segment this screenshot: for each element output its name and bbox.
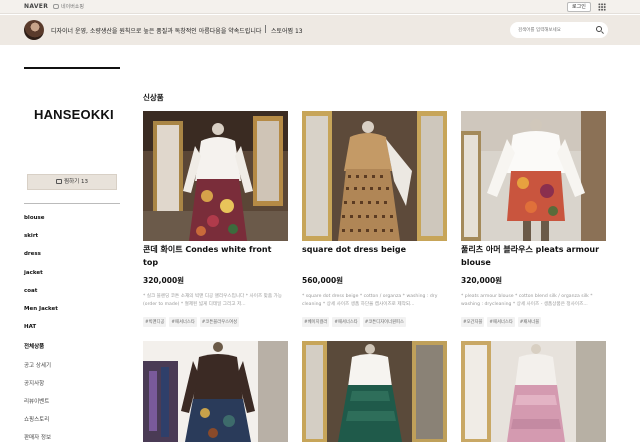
product-image[interactable] xyxy=(461,111,606,241)
tag-list: #빅맨디공 #패셔너스타 #코튼블라우스여성 xyxy=(143,317,288,327)
product-description: * pleats armour blouse * cotton blend si… xyxy=(461,294,593,307)
product-price: 320,000원 xyxy=(461,276,503,285)
product-tag[interactable]: #베이지컬러 xyxy=(302,317,330,327)
sidebar-item-all-products[interactable]: 전체상품 xyxy=(24,342,58,360)
sidebar: HANSEOKKI 찜하기 13 blouse skirt dress jack… xyxy=(24,45,122,442)
sidebar-item-blouse[interactable]: blouse xyxy=(24,215,58,233)
product-tag[interactable]: #코튼블라우스여성 xyxy=(199,317,240,327)
naver-shopping-link[interactable]: 네이버쇼핑 xyxy=(53,3,84,10)
main-content: 신상품 콘데 화이트 Condes white front top 320,00… xyxy=(143,45,613,442)
product-image[interactable] xyxy=(143,111,288,241)
naver-shopping-label: 네이버쇼핑 xyxy=(61,4,85,10)
chat-icon xyxy=(53,4,59,9)
naver-top-bar: NAVER 네이버쇼핑 로그인 xyxy=(0,0,640,14)
product-tag[interactable]: #오간자블 xyxy=(461,317,485,327)
store-brand-name[interactable]: HANSEOKKI xyxy=(34,107,114,122)
sidebar-top-rule xyxy=(24,67,120,69)
favorite-label: 찜하기 13 xyxy=(64,179,88,185)
product-description: * square dot dress beige * cotton / orga… xyxy=(302,294,438,307)
bookmark-add-icon xyxy=(56,179,63,184)
sidebar-item-skirt[interactable]: skirt xyxy=(24,233,58,251)
store-header: 디자이너 운영, 소량생산을 원칙으로 높은 품질과 독창적인 아름다움을 약속… xyxy=(0,15,640,45)
section-title: 신상품 xyxy=(143,93,164,102)
product-title[interactable]: 콘데 화이트 Condes white front top xyxy=(143,244,283,269)
product-tag[interactable]: #패셔너블 xyxy=(517,317,542,327)
product-tag[interactable]: #코튼디자이너원피스 xyxy=(362,317,406,327)
sidebar-item-jacket[interactable]: jacket xyxy=(24,270,58,288)
sidebar-item-hat[interactable]: HAT xyxy=(24,324,58,342)
sidebar-item-dress[interactable]: dress xyxy=(24,251,58,269)
sidebar-item-review-event[interactable]: 리뷰이벤트 xyxy=(24,397,58,415)
product-image[interactable] xyxy=(302,341,447,442)
login-button[interactable]: 로그인 xyxy=(567,2,591,12)
product-image[interactable] xyxy=(143,341,288,442)
favorite-button[interactable]: 찜하기 13 xyxy=(27,174,117,190)
product-price: 560,000원 xyxy=(302,276,344,285)
sidebar-item-seller-info[interactable]: 판매자 정보 xyxy=(24,433,58,442)
product-title[interactable]: square dot dress beige xyxy=(302,244,442,257)
sidebar-item-notices[interactable]: 공지사항 xyxy=(24,379,58,397)
search-input[interactable] xyxy=(518,25,592,35)
naver-logo[interactable]: NAVER xyxy=(24,3,48,10)
product-tag[interactable]: #패셔너스타 xyxy=(169,317,197,327)
store-description: 디자이너 운영, 소량생산을 원칙으로 높은 품질과 독창적인 아름다움을 약속… xyxy=(51,28,262,35)
sidebar-item-coat[interactable]: coat xyxy=(24,288,58,306)
grid-icon[interactable] xyxy=(598,3,606,11)
store-follow-count[interactable]: 스토어찜 13 xyxy=(271,26,303,35)
product-price: 320,000원 xyxy=(143,276,185,285)
sidebar-divider xyxy=(24,203,120,204)
product-image[interactable] xyxy=(302,111,447,241)
category-list: blouse skirt dress jacket coat Men Jacke… xyxy=(24,215,58,442)
sidebar-item-men-jacket[interactable]: Men Jacket xyxy=(24,306,58,324)
tag-list: #오간자블 #패셔너스타 #패셔너블 xyxy=(461,317,606,327)
store-avatar[interactable] xyxy=(24,20,44,40)
product-tag[interactable]: #패셔너스타 xyxy=(332,317,360,327)
product-tag[interactable]: #패셔너스타 xyxy=(487,317,515,327)
sidebar-item-notice-detail[interactable]: 공고 상세기 xyxy=(24,361,58,379)
search-box[interactable] xyxy=(510,22,608,38)
product-tag[interactable]: #빅맨디공 xyxy=(143,317,167,327)
search-icon[interactable] xyxy=(596,26,602,32)
product-description: * 실크 블렌딩 코튼 소재의 빅맨 디공 앨리우스입니다 * 사이즈 맞춤 가… xyxy=(143,294,282,307)
product-title[interactable]: 풀리츠 아머 블라우스 pleats armour blouse xyxy=(461,244,601,269)
divider xyxy=(265,25,266,33)
sidebar-item-shopping-story[interactable]: 쇼핑스토리 xyxy=(24,415,58,433)
product-image[interactable] xyxy=(461,341,606,442)
tag-list: #베이지컬러 #패셔너스타 #코튼디자이너원피스 xyxy=(302,317,447,327)
